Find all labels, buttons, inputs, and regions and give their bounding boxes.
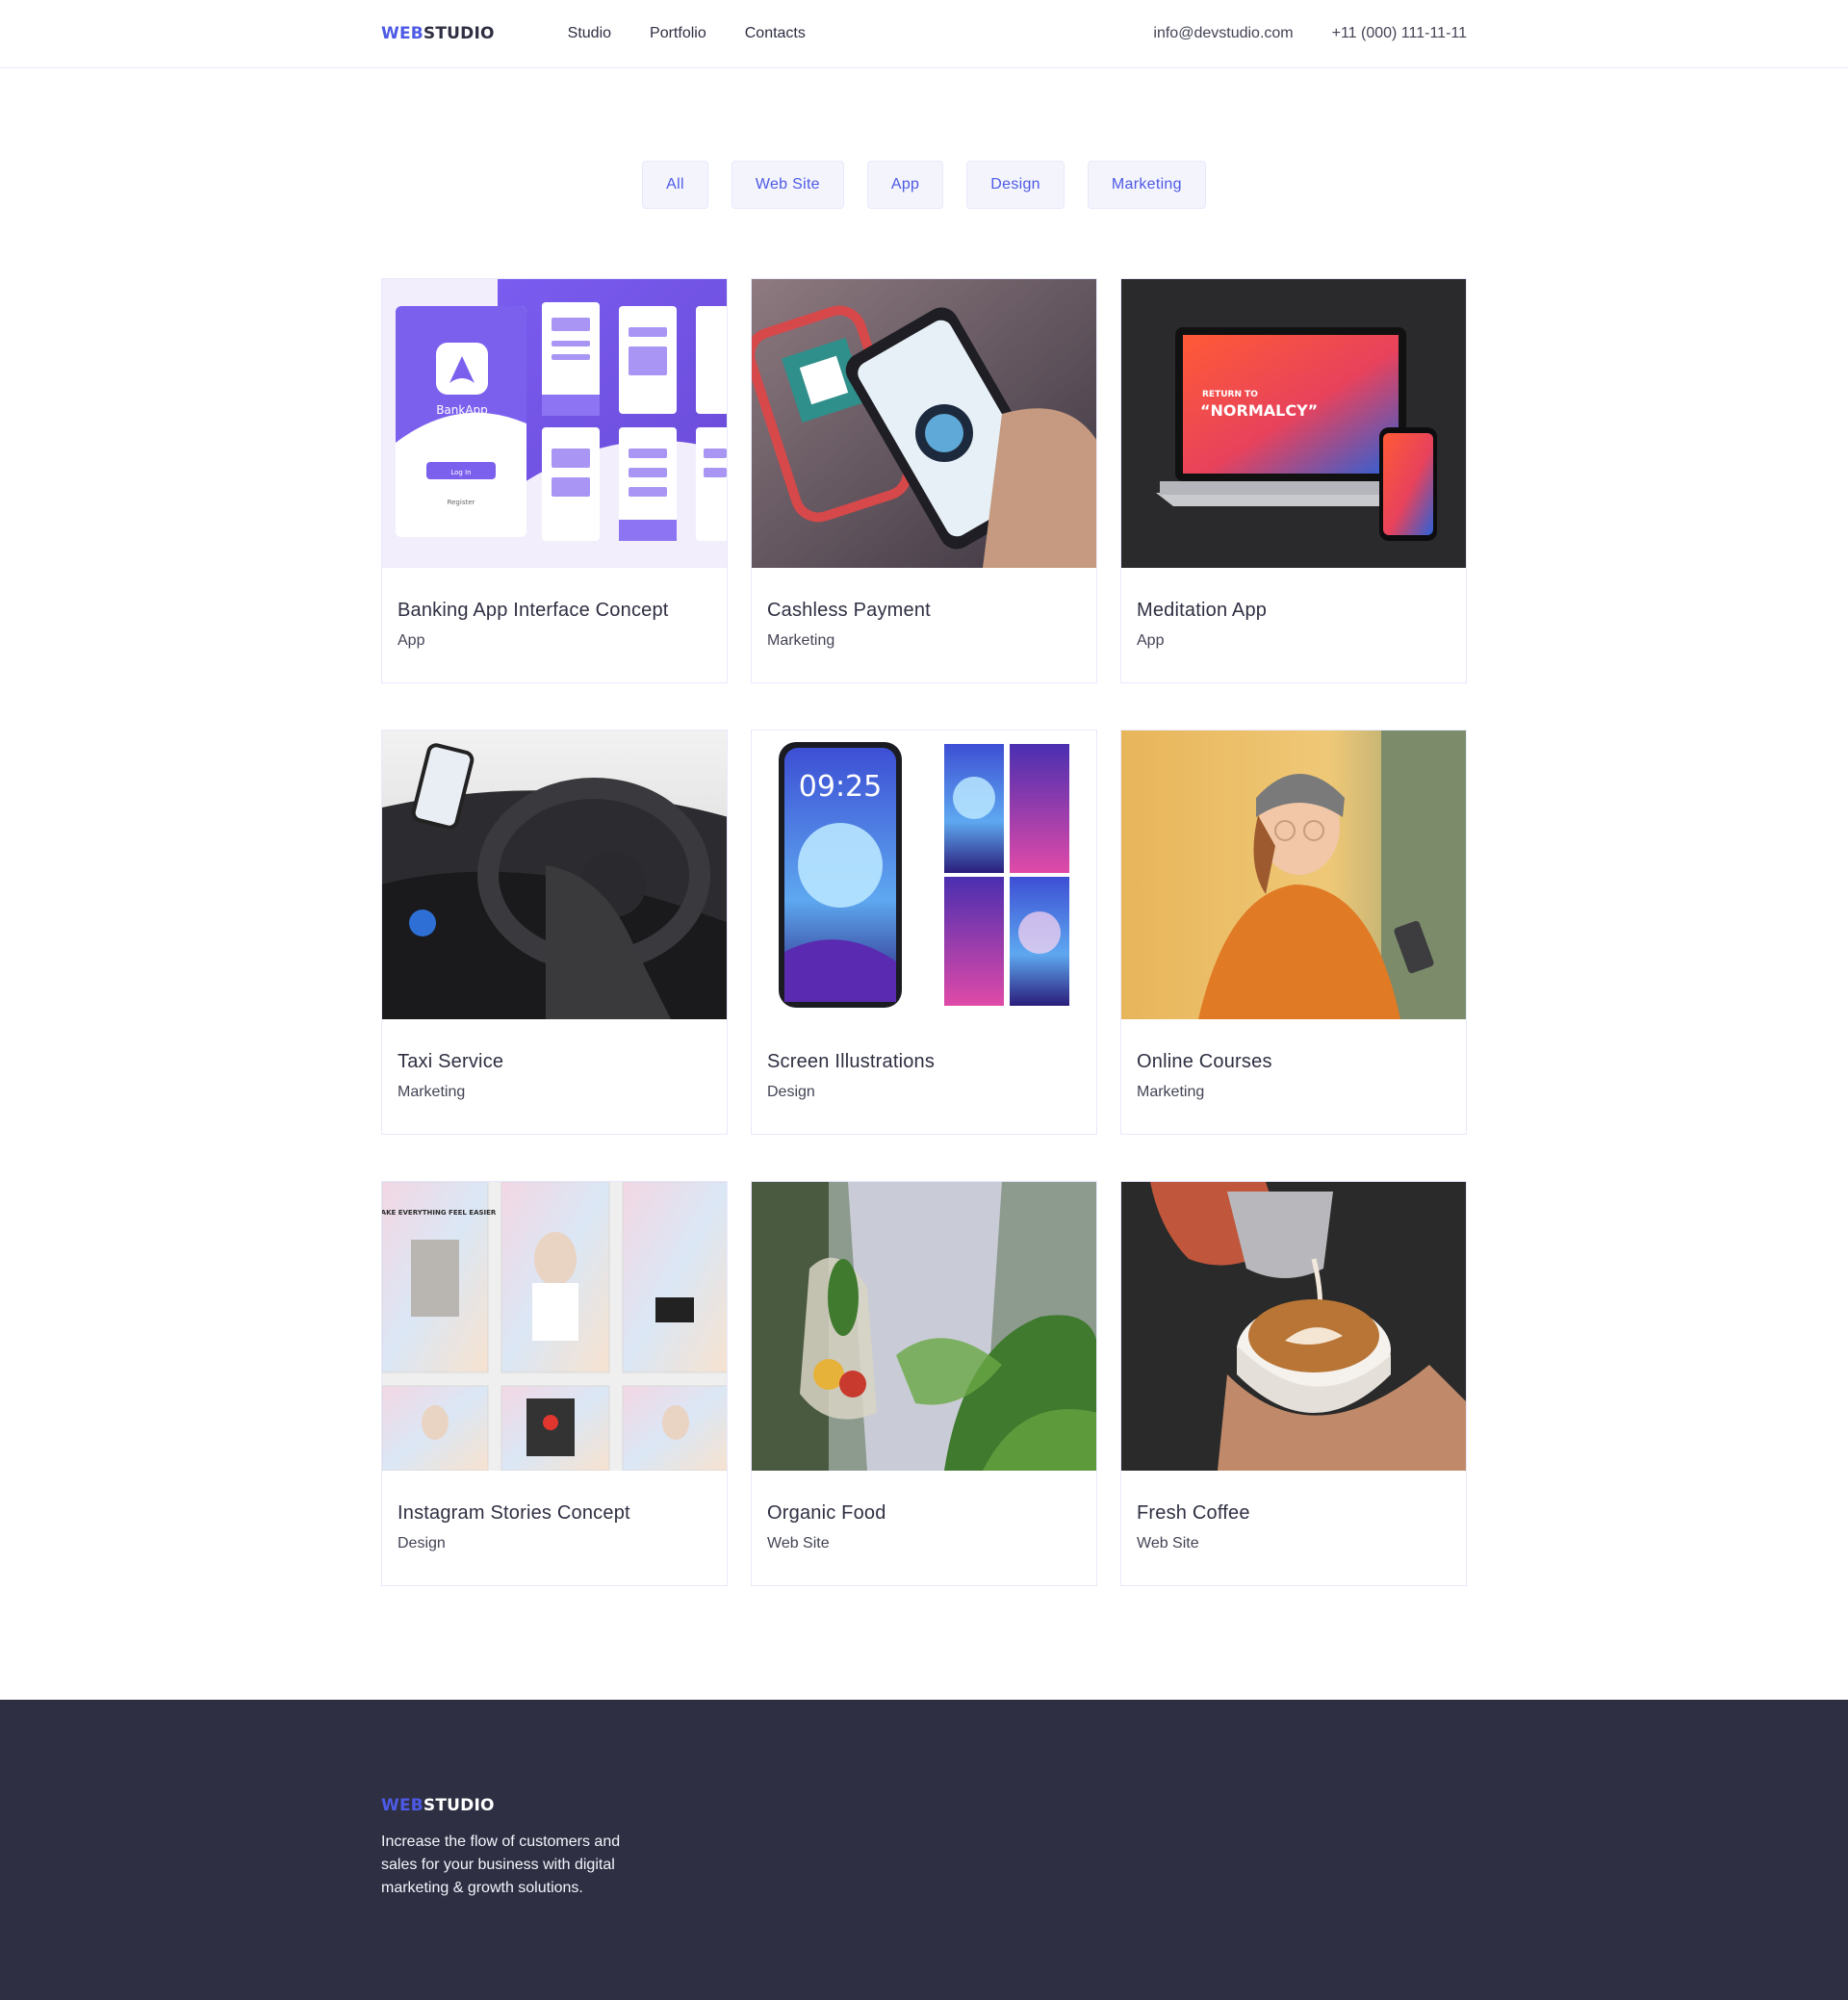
nav-contacts[interactable]: Contacts (745, 25, 806, 42)
footer-container: WEBSTUDIO Increase the flow of customers… (381, 1700, 1467, 1900)
logo-rest: STUDIO (423, 24, 495, 43)
portfolio-card[interactable]: BankApp Log In Register Banking App Inte… (381, 278, 728, 683)
bankapp-login: Log In (450, 469, 471, 476)
portfolio-grid: BankApp Log In Register Banking App Inte… (381, 278, 1467, 1586)
phone-link[interactable]: +11 (000) 111-11-11 (1332, 25, 1467, 42)
email-link[interactable]: info@devstudio.com (1153, 25, 1293, 42)
project-image-meditation-app: RETURN TO “NORMALCY” (1121, 279, 1466, 568)
portfolio-card[interactable]: Cashless Payment Marketing (751, 278, 1097, 683)
card-body: Instagram Stories Concept Design (382, 1471, 727, 1555)
card-title: Banking App Interface Concept (398, 600, 669, 621)
filter-design-button[interactable]: Design (966, 161, 1065, 209)
card-category: Design (398, 1535, 446, 1551)
footer-description: Increase the flow of customers and sales… (381, 1833, 621, 1896)
card-title: Instagram Stories Concept (398, 1502, 630, 1524)
card-category: App (398, 632, 425, 649)
project-image-taxi-service (382, 731, 727, 1019)
card-category: App (1137, 632, 1165, 649)
site-header: WEBSTUDIO Studio Portfolio Contacts info… (0, 0, 1848, 68)
filter-all-button[interactable]: All (642, 161, 708, 209)
card-title: Cashless Payment (767, 600, 931, 621)
project-image-instagram-stories: MAKE EVERYTHING FEEL EASIER (382, 1182, 727, 1471)
filter-bar: All Web Site App Design Marketing (0, 161, 1848, 209)
card-title: Meditation App (1137, 600, 1268, 621)
bankapp-register: Register (448, 499, 475, 506)
card-body: Fresh Coffee Web Site (1121, 1471, 1466, 1555)
header-contacts: info@devstudio.com +11 (000) 111-11-11 (1153, 25, 1467, 42)
insta-headline: MAKE EVERYTHING FEEL EASIER (382, 1209, 497, 1217)
portfolio-card[interactable]: Taxi Service Marketing (381, 730, 728, 1135)
portfolio-card[interactable]: 09:25 Screen Illustrations Design (751, 730, 1097, 1135)
card-body: Meditation App App (1121, 568, 1466, 653)
card-body: Taxi Service Marketing (382, 1019, 727, 1104)
portfolio-card[interactable]: Fresh Coffee Web Site (1120, 1181, 1467, 1586)
card-body: Banking App Interface Concept App (382, 568, 727, 653)
screen-time: 09:25 (799, 770, 882, 804)
card-body: Online Courses Marketing (1121, 1019, 1466, 1104)
logo-accent: WEB (381, 24, 424, 43)
project-image-cashless-payment (752, 279, 1096, 568)
portfolio-card[interactable]: RETURN TO “NORMALCY” Meditation App App (1120, 278, 1467, 683)
project-image-organic-food (752, 1182, 1096, 1471)
filter-marketing-button[interactable]: Marketing (1087, 161, 1206, 209)
project-image-banking-app: BankApp Log In Register (382, 279, 727, 568)
project-image-online-courses (1121, 731, 1466, 1019)
card-title: Online Courses (1137, 1051, 1272, 1072)
meditation-line2: “NORMALCY” (1200, 401, 1318, 420)
main-nav: Studio Portfolio Contacts (568, 25, 806, 42)
portfolio-card[interactable]: Organic Food Web Site (751, 1181, 1097, 1586)
card-category: Web Site (767, 1535, 830, 1551)
header-container: WEBSTUDIO Studio Portfolio Contacts info… (381, 0, 1467, 67)
card-title: Taxi Service (398, 1051, 504, 1072)
nav-portfolio[interactable]: Portfolio (650, 25, 706, 42)
project-image-fresh-coffee (1121, 1182, 1466, 1471)
footer-logo-rest: STUDIO (423, 1796, 495, 1815)
card-category: Marketing (767, 632, 835, 649)
card-category: Marketing (1137, 1084, 1205, 1100)
card-body: Organic Food Web Site (752, 1471, 1096, 1555)
bankapp-label: BankApp (436, 403, 488, 417)
portfolio-card[interactable]: Online Courses Marketing (1120, 730, 1467, 1135)
nav-studio[interactable]: Studio (568, 25, 611, 42)
filter-website-button[interactable]: Web Site (731, 161, 844, 209)
card-title: Organic Food (767, 1502, 886, 1524)
site-footer: WEBSTUDIO Increase the flow of customers… (0, 1700, 1848, 2000)
meditation-line1: RETURN TO (1202, 390, 1258, 399)
project-image-screen-illustrations: 09:25 (752, 731, 1096, 1019)
footer-logo-accent: WEB (381, 1796, 424, 1815)
card-category: Marketing (398, 1084, 466, 1100)
card-body: Cashless Payment Marketing (752, 568, 1096, 653)
card-title: Screen Illustrations (767, 1051, 936, 1072)
portfolio-card[interactable]: MAKE EVERYTHING FEEL EASIER Instagram St… (381, 1181, 728, 1586)
filter-app-button[interactable]: App (866, 161, 944, 209)
card-category: Design (767, 1084, 815, 1100)
footer-logo-link[interactable]: WEBSTUDIO (381, 1796, 495, 1815)
logo-link[interactable]: WEBSTUDIO (381, 24, 495, 43)
card-body: Screen Illustrations Design (752, 1019, 1096, 1104)
card-category: Web Site (1137, 1535, 1199, 1551)
card-title: Fresh Coffee (1137, 1502, 1250, 1524)
